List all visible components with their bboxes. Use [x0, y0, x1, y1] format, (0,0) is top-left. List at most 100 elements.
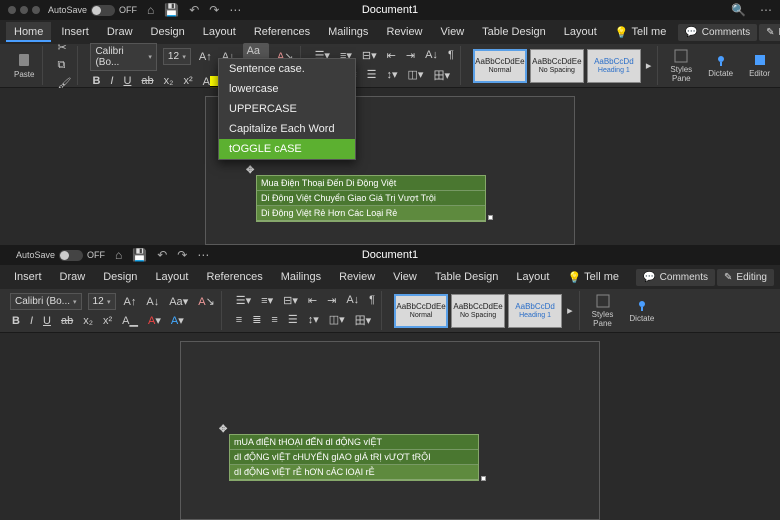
case-capitalize[interactable]: Capitalize Each Word: [219, 119, 355, 139]
home-icon[interactable]: ⌂: [147, 3, 154, 17]
styles-more-icon[interactable]: ▸: [565, 303, 575, 318]
cut-icon[interactable]: ✂: [55, 40, 73, 55]
tab-home[interactable]: Home: [6, 22, 51, 42]
indent-left-icon[interactable]: ⇤: [385, 48, 398, 63]
tab-tabledesign[interactable]: Table Design: [474, 22, 554, 42]
save-icon[interactable]: 💾: [132, 248, 147, 262]
style-heading1[interactable]: AaBbCcDdHeading 1: [508, 294, 562, 328]
resize-handle-icon[interactable]: [488, 215, 493, 220]
toggle-icon[interactable]: [59, 250, 83, 261]
toggle-icon[interactable]: [91, 5, 115, 16]
tab-tabledesign[interactable]: Table Design: [427, 267, 507, 287]
styles-more-icon[interactable]: ▸: [644, 58, 654, 73]
comments-button[interactable]: 💬Comments: [678, 24, 757, 41]
styles-pane-button[interactable]: Styles Pane: [666, 46, 696, 85]
style-heading1[interactable]: AaBbCcDdHeading 1: [587, 49, 641, 83]
dictate-button[interactable]: Dictate: [625, 291, 658, 330]
line-spacing-icon[interactable]: ↕▾: [306, 312, 321, 327]
bullets-icon[interactable]: ☰▾: [234, 293, 253, 308]
align-right-icon[interactable]: ≡: [269, 313, 279, 327]
multilevel-icon[interactable]: ⊟▾: [360, 48, 379, 63]
indent-right-icon[interactable]: ⇥: [325, 293, 338, 308]
italic-button[interactable]: I: [108, 74, 115, 88]
autosave-toggle[interactable]: AutoSave OFF: [48, 5, 137, 16]
tellme[interactable]: 💡Tell me: [559, 267, 627, 288]
table-row[interactable]: dI đỘNG vIỆT rẺ hƠN cÁC lOẠI rẺ: [230, 465, 478, 480]
superscript-button[interactable]: x²: [181, 74, 194, 88]
tellme[interactable]: 💡Tell me: [607, 22, 675, 43]
style-normal[interactable]: AaBbCcDdEeNormal: [394, 294, 448, 328]
paste-button[interactable]: Paste: [10, 52, 38, 79]
bold-button[interactable]: B: [90, 74, 102, 88]
redo-icon[interactable]: ↷: [177, 248, 187, 262]
home-icon[interactable]: ⌂: [115, 248, 122, 262]
help-icon[interactable]: ⋯: [760, 3, 772, 17]
tab-view[interactable]: View: [385, 267, 425, 287]
tab-layout[interactable]: Layout: [195, 22, 244, 42]
tab-layout2[interactable]: Layout: [556, 22, 605, 42]
table-row[interactable]: Di Động Việt Rẻ Hơn Các Loại Rẻ: [257, 206, 485, 221]
more-icon[interactable]: ⋯: [229, 3, 241, 17]
editing-button[interactable]: ✎Editing: [759, 24, 780, 41]
indent-right-icon[interactable]: ⇥: [404, 48, 417, 63]
align-center-icon[interactable]: ≣: [250, 312, 263, 327]
undo-icon[interactable]: ↶: [189, 3, 199, 17]
tab-mailings[interactable]: Mailings: [320, 22, 376, 42]
copy-icon[interactable]: ⧉: [55, 58, 73, 73]
borders-icon[interactable]: 田▾: [353, 311, 374, 329]
undo-icon[interactable]: ↶: [157, 248, 167, 262]
grow-font-icon[interactable]: A↑: [122, 295, 139, 309]
subscript-button[interactable]: x₂: [162, 74, 176, 88]
tab-view[interactable]: View: [433, 22, 473, 42]
editor-button[interactable]: Editor: [745, 46, 774, 85]
shading-icon[interactable]: ◫▾: [406, 67, 426, 82]
strike-button[interactable]: ab: [59, 314, 75, 328]
borders-icon[interactable]: 田▾: [431, 66, 452, 84]
window-controls[interactable]: [8, 6, 40, 14]
font-name-select[interactable]: Calibri (Bo...▾: [90, 43, 156, 71]
redo-icon[interactable]: ↷: [209, 3, 219, 17]
search-icon[interactable]: 🔍: [731, 3, 746, 17]
tab-layout[interactable]: Layout: [147, 267, 196, 287]
style-normal[interactable]: AaBbCcDdEeNormal: [473, 49, 527, 83]
tab-insert[interactable]: Insert: [53, 22, 97, 42]
numbering-icon[interactable]: ≡▾: [259, 293, 275, 308]
sort-icon[interactable]: A↓: [423, 48, 440, 62]
justify-icon[interactable]: ☰: [365, 67, 379, 82]
tab-draw[interactable]: Draw: [52, 267, 94, 287]
change-case-button[interactable]: Aa▾: [167, 294, 190, 309]
table-move-handle-icon[interactable]: ✥: [219, 424, 227, 435]
more-icon[interactable]: ⋯: [197, 248, 209, 262]
comments-button[interactable]: 💬Comments: [636, 269, 715, 286]
case-toggle[interactable]: tOGGLE cASE: [219, 139, 355, 159]
superscript-button[interactable]: x²: [101, 314, 114, 328]
resize-handle-icon[interactable]: [481, 476, 486, 481]
autosave-toggle[interactable]: AutoSave OFF: [16, 250, 105, 261]
line-spacing-icon[interactable]: ↕▾: [385, 67, 400, 82]
table-row[interactable]: dI đỘNG vIỆT cHUYỂN gIAO gIÁ tRỊ vƯỢT tR…: [230, 450, 478, 465]
clear-format-icon[interactable]: A↘: [196, 294, 217, 309]
justify-icon[interactable]: ☰: [286, 312, 300, 327]
sort-icon[interactable]: A↓: [344, 293, 361, 307]
subscript-button[interactable]: x₂: [81, 314, 95, 328]
save-icon[interactable]: 💾: [164, 3, 179, 17]
table-move-handle-icon[interactable]: ✥: [246, 165, 254, 176]
paragraph-marks-icon[interactable]: ¶: [446, 48, 456, 62]
dictate-button[interactable]: Dictate: [704, 46, 737, 85]
text-effects-icon[interactable]: A▾: [169, 313, 186, 328]
paragraph-marks-icon[interactable]: ¶: [367, 293, 377, 307]
editing-button[interactable]: ✎Editing: [717, 269, 774, 286]
font-size-select[interactable]: 12▾: [163, 48, 191, 65]
table-row[interactable]: mUA đIỆN tHOẠI đẾN dI đỘNG vIỆT: [230, 435, 478, 450]
italic-button[interactable]: I: [28, 314, 35, 328]
shrink-font-icon[interactable]: A↓: [144, 295, 161, 309]
case-sentence[interactable]: Sentence case.: [219, 59, 355, 79]
table-row[interactable]: Di Động Việt Chuyển Giao Giá Trị Vượt Tr…: [257, 191, 485, 206]
tab-design[interactable]: Design: [143, 22, 193, 42]
case-uppercase[interactable]: UPPERCASE: [219, 99, 355, 119]
tab-draw[interactable]: Draw: [99, 22, 141, 42]
table-row[interactable]: Mua Điện Thoại Đến Di Động Việt: [257, 176, 485, 191]
align-left-icon[interactable]: ≡: [234, 313, 244, 327]
tab-review[interactable]: Review: [378, 22, 430, 42]
tab-references[interactable]: References: [198, 267, 270, 287]
